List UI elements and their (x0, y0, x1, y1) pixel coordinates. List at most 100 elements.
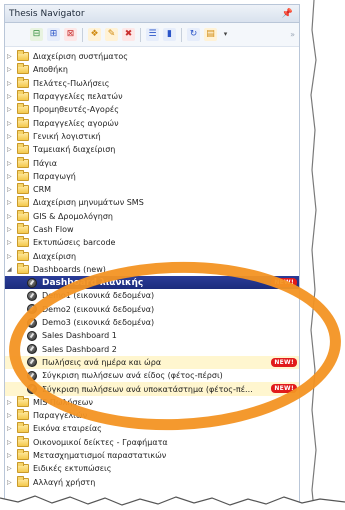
dashboard-item[interactable]: Demo1 (εικονικά δεδομένα) (5, 289, 299, 302)
expand-icon[interactable]: ▷ (5, 146, 15, 153)
dashboard-icon (27, 370, 37, 381)
folder-icon (17, 196, 29, 208)
folder-icon (17, 422, 29, 434)
favorite-edit-icon[interactable]: ✎ (105, 28, 118, 41)
refresh-icon[interactable]: ⊠ (64, 28, 77, 41)
tree-folder[interactable]: ▷ Προμηθευτές-Αγορές (5, 103, 299, 116)
pin-icon[interactable]: 📌 (282, 9, 293, 19)
chevron-down-icon[interactable]: ▾ (221, 28, 230, 41)
folder-label: Ειδικές εκτυπώσεις (33, 464, 112, 474)
folder-label: GIS & Δρομολόγηση (33, 211, 113, 221)
favorite-add-icon[interactable]: ❖ (88, 28, 101, 41)
dashboard-icon (27, 304, 37, 315)
tree-folder[interactable]: ▷ Διαχείριση μηνυμάτων SMS (5, 196, 299, 209)
dashboard-label: Demo3 (εικονικά δεδομένα) (42, 318, 155, 328)
tree-folder[interactable]: ▷ Πάγια (5, 156, 299, 169)
folder-icon (17, 76, 29, 88)
tree-folder[interactable]: ▷ Ειδικές εκτυπώσεις (5, 462, 299, 475)
expand-icon[interactable]: ▷ (5, 479, 15, 486)
dashboard-item[interactable]: Sales Dashboard 1 (5, 329, 299, 342)
expand-icon[interactable]: ▷ (5, 226, 15, 233)
tree-folder[interactable]: ▷ Παραγγελίες αγορών (5, 116, 299, 129)
tree-folder[interactable]: ▷ GIS & Δρομολόγηση (5, 209, 299, 223)
tree-folder[interactable]: ▷ Εκτυπώσεις barcode (5, 236, 299, 249)
expand-icon[interactable]: ▷ (5, 173, 15, 180)
expand-icon[interactable]: ▷ (5, 120, 15, 127)
folder-label: Αλλαγή χρήστη (33, 477, 96, 487)
dashboard-item-sales-by-day-hour[interactable]: Πωλήσεις ανά ημέρα και ώρα NEW! (5, 355, 299, 370)
expand-icon[interactable]: ▷ (5, 93, 15, 100)
expand-icon[interactable]: ▷ (5, 186, 15, 193)
expand-icon[interactable]: ▷ (5, 213, 15, 220)
expand-icon[interactable]: ▷ (5, 452, 15, 459)
expand-all-icon[interactable]: ⊞ (47, 28, 60, 41)
tree-folder[interactable]: ▷ Μετασχηματισμοί παραστατικών (5, 449, 299, 462)
expand-icon[interactable]: ▷ (5, 133, 15, 140)
expand-icon[interactable]: ▷ (5, 439, 15, 446)
expand-icon[interactable]: ▷ (5, 80, 15, 87)
expand-icon[interactable]: ▷ (5, 253, 15, 260)
tree-folder[interactable]: ▷ Διαχείριση (5, 249, 299, 262)
expand-icon[interactable]: ▷ (5, 465, 15, 472)
expand-icon[interactable]: ▷ (5, 412, 15, 419)
tree-folder[interactable]: ▷ Παραγωγή (5, 169, 299, 183)
options-icon[interactable]: ▤ (204, 28, 217, 41)
folder-label: Αποθήκη (33, 65, 68, 75)
tree-folder[interactable]: ▷ Αποθήκη (5, 63, 299, 76)
folder-icon (17, 395, 29, 407)
dashboard-item[interactable]: Demo3 (εικονικά δεδομένα) (5, 316, 299, 329)
tree-folder[interactable]: ▷ Παραγγελίες πελατών (5, 90, 299, 103)
dashboard-icon (27, 330, 37, 341)
collapse-icon[interactable]: ◢ (5, 266, 15, 273)
folder-label: Παραγγελίες αγορών (33, 118, 119, 128)
folder-label: Εικόνα εταιρείας (33, 424, 102, 434)
tree-folder[interactable]: ▷ Διαχείριση συστήματος (5, 50, 299, 63)
favorite-remove-icon[interactable]: ✖ (122, 28, 135, 41)
folder-icon (17, 143, 29, 155)
dashboard-item[interactable]: Σύγκριση πωλήσεων ανά είδος (φέτος-πέρσι… (5, 369, 299, 382)
toolbar-overflow-icon[interactable]: » (290, 30, 295, 39)
sync-icon[interactable]: ↻ (187, 28, 200, 41)
tree-folder[interactable]: ▷ Cash Flow (5, 223, 299, 236)
dashboard-label: Σύγκριση πωλήσεων ανά υποκατάστημα (φέτο… (42, 384, 253, 394)
folder-label: Πελάτες-Πωλήσεις (33, 78, 110, 88)
new-badge: NEW! (271, 357, 297, 367)
expand-icon[interactable]: ▷ (5, 199, 15, 206)
folder-icon (17, 129, 29, 141)
expand-icon[interactable]: ▷ (5, 66, 15, 73)
tree-folder[interactable]: ▷ Οικονομικοί δείκτες - Γραφήματα (5, 435, 299, 449)
dashboard-item-sales-by-branch[interactable]: Σύγκριση πωλήσεων ανά υποκατάστημα (φέτο… (5, 382, 299, 396)
folder-icon (17, 183, 29, 195)
tree-folder-dashboards[interactable]: ◢ Dashboards (new) (5, 262, 299, 276)
folder-icon (17, 236, 29, 248)
folder-icon (17, 169, 29, 181)
dashboard-label: Sales Dashboard 1 (42, 331, 117, 341)
tree-folder[interactable]: ▷ Ταμειακή διαχείριση (5, 143, 299, 156)
folder-label: Διαχείριση μηνυμάτων SMS (33, 198, 144, 208)
dashboard-item[interactable]: Demo2 (εικονικά δεδομένα) (5, 303, 299, 316)
collapse-all-icon[interactable]: ⊟ (30, 28, 43, 41)
tree-folder[interactable]: ▷ Εικόνα εταιρείας (5, 422, 299, 435)
tree-folder[interactable]: ▷ Παραγγελιών (5, 409, 299, 422)
tree-folder[interactable]: ▷ MIS Πωλήσεων (5, 395, 299, 409)
tree-folder[interactable]: ▷ Αλλαγή χρήστη (5, 475, 299, 489)
folder-label: Διαχείριση (33, 251, 77, 261)
folder-icon (17, 209, 29, 221)
dashboard-item[interactable]: Sales Dashboard 2 (5, 343, 299, 356)
folder-label: Οικονομικοί δείκτες - Γραφήματα (33, 437, 168, 447)
expand-icon[interactable]: ▷ (5, 160, 15, 167)
expand-icon[interactable]: ▷ (5, 239, 15, 246)
folder-icon (17, 63, 29, 75)
tree-folder[interactable]: ▷ CRM (5, 183, 299, 196)
tree-folder[interactable]: ▷ Πελάτες-Πωλήσεις (5, 76, 299, 90)
chart-icon[interactable]: ▮ (163, 28, 176, 41)
folder-label: Προμηθευτές-Αγορές (33, 105, 119, 115)
toolbar-separator (181, 27, 182, 42)
expand-icon[interactable]: ▷ (5, 53, 15, 60)
expand-icon[interactable]: ▷ (5, 106, 15, 113)
expand-icon[interactable]: ▷ (5, 425, 15, 432)
dashboard-item-retail[interactable]: Dashboard λιανικής NEW! (5, 276, 299, 290)
tree-folder[interactable]: ▷ Γενική λογιστική (5, 129, 299, 143)
list-view-icon[interactable]: ☰ (146, 28, 159, 41)
expand-icon[interactable]: ▷ (5, 399, 15, 406)
